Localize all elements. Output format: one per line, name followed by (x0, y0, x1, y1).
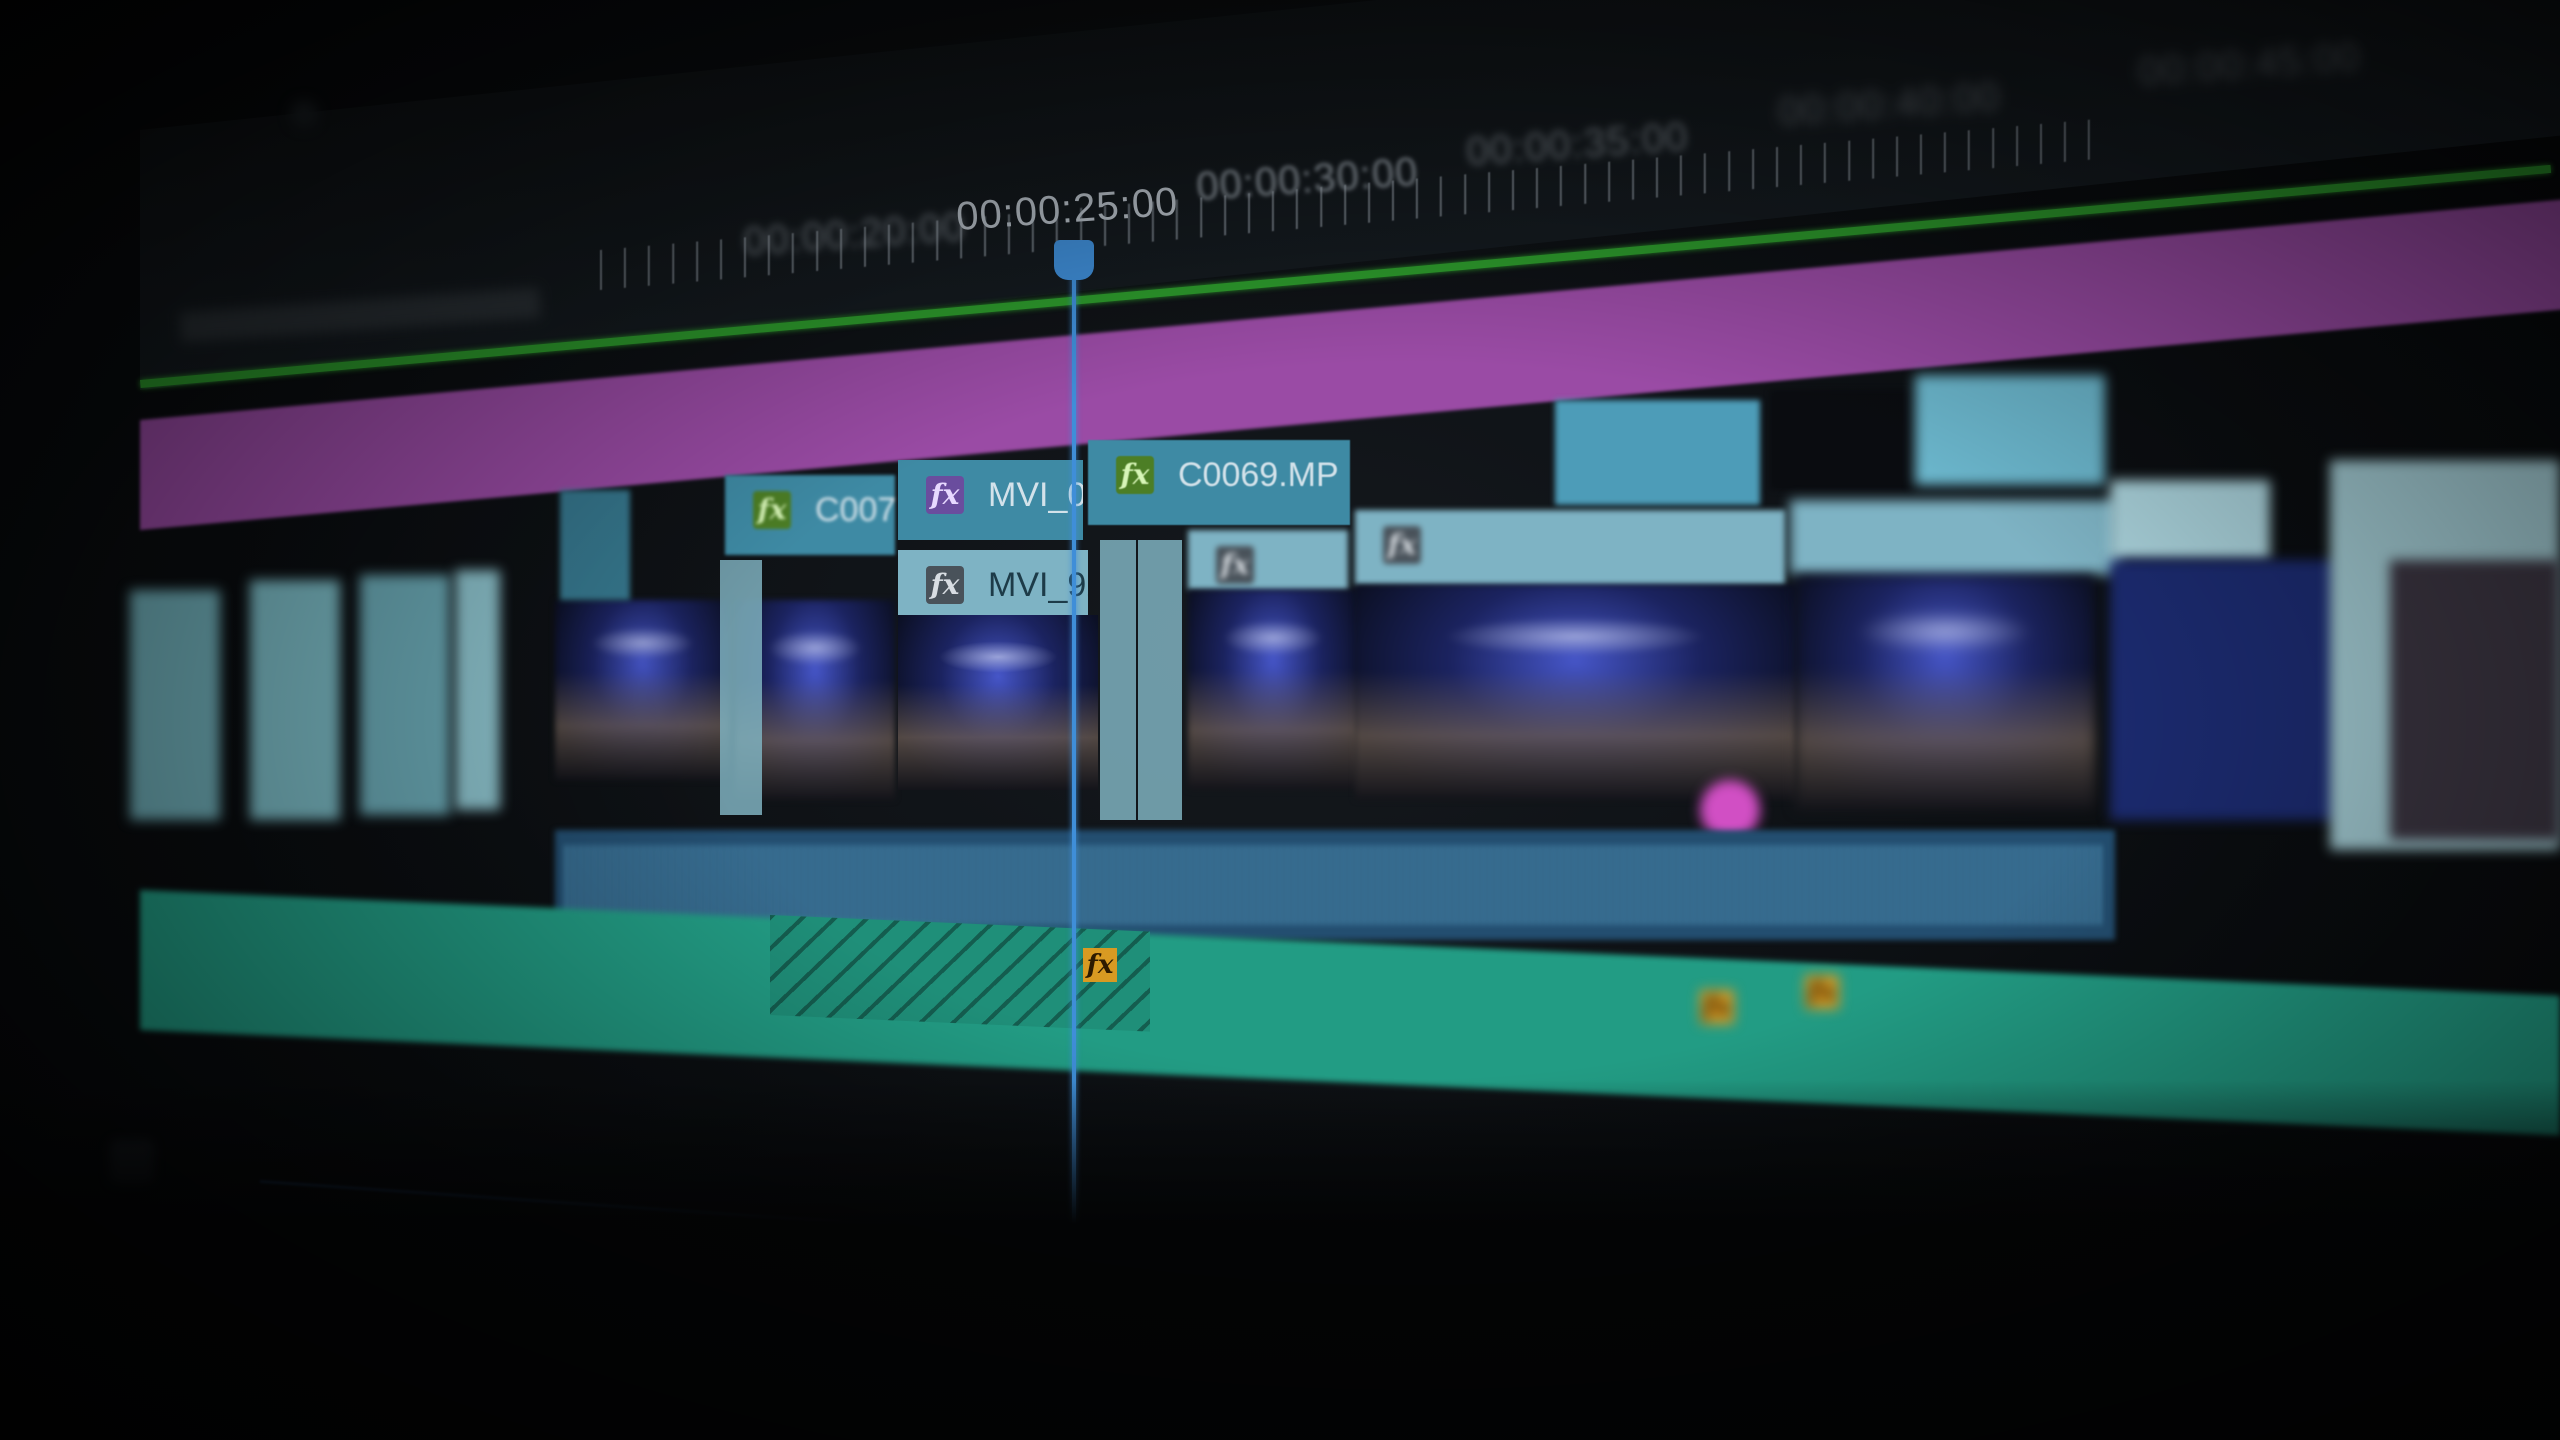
clip-thumbnail[interactable] (455, 570, 500, 810)
audio-waveform (565, 845, 2105, 925)
clip-MVI_92[interactable]: fx MVI_92 (898, 550, 1088, 620)
fx-badge-icon: fx (753, 491, 791, 529)
fx-badge-icon: fx (1116, 456, 1154, 494)
clip-thumbnail[interactable] (555, 600, 730, 780)
clip-name: C0069.MP (1178, 456, 1339, 494)
playhead-icon[interactable] (1054, 240, 1094, 280)
track-gap (1770, 390, 1910, 490)
clip-thumbnail[interactable] (2110, 560, 2340, 820)
fx-badge-icon[interactable]: fx (1805, 975, 1839, 1009)
clip-header[interactable] (1790, 500, 2120, 575)
fx-badge-icon[interactable]: fx (1700, 990, 1734, 1024)
clip-C0078[interactable]: fx C0078 (725, 475, 895, 555)
fx-badge-icon: fx (1383, 526, 1421, 564)
clip-thumbnail[interactable] (130, 590, 220, 820)
fx-badge-icon[interactable]: fx (1083, 948, 1117, 982)
empty-track-area (0, 1080, 2560, 1440)
clip-header[interactable] (1915, 375, 2105, 485)
fx-badge-icon: fx (1216, 546, 1254, 584)
clip-header[interactable] (2110, 480, 2270, 560)
fx-badge-icon: fx (926, 566, 964, 604)
clip-header[interactable] (560, 490, 630, 600)
clip-thumbnail[interactable] (1795, 575, 2095, 810)
clip-thumbnail[interactable] (1188, 590, 1358, 790)
clip-thumbnail (2390, 560, 2560, 840)
clip-thumbnail[interactable] (1355, 585, 1795, 800)
clip-edge[interactable] (720, 560, 762, 815)
clip-thumbnail[interactable] (898, 615, 1098, 790)
clip-name: C0078 (815, 491, 895, 529)
ruler-decoration (290, 100, 318, 128)
clip-thumbnail[interactable] (250, 580, 340, 820)
clip-thumbnail[interactable] (360, 575, 450, 815)
clip-header[interactable] (1555, 400, 1760, 505)
video-editor-timeline: 00:00:20:00 00:00:25:00 00:00:30:00 00:0… (0, 0, 2560, 1440)
clip-header[interactable]: fx (1355, 510, 1785, 585)
clip-edge[interactable] (1138, 540, 1182, 820)
clip-C0069[interactable]: fx C0069.MP (1088, 440, 1350, 525)
clip-edge[interactable] (1100, 540, 1136, 820)
clip-name: MVI_0 (988, 476, 1083, 514)
clip-MVI_0[interactable]: fx MVI_0 (898, 460, 1083, 540)
clip-header[interactable]: fx (1188, 530, 1348, 590)
fx-badge-icon: fx (926, 476, 964, 514)
